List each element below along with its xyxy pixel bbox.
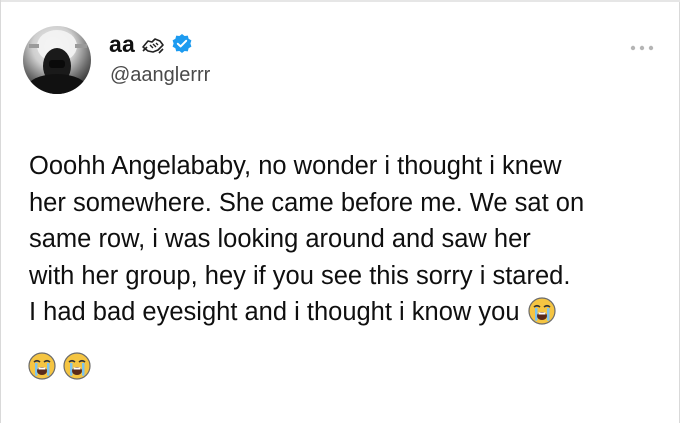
- handshake-emoji-icon: [141, 32, 165, 56]
- tweet-line-text: I had bad eyesight and i thought i know …: [29, 298, 520, 326]
- loudly-crying-face-emoji-icon: [62, 351, 92, 381]
- loudly-crying-face-emoji-icon: [27, 351, 57, 381]
- profile-avatar[interactable]: [23, 26, 91, 94]
- verified-badge-icon: [171, 33, 193, 55]
- more-options-icon[interactable]: [629, 40, 655, 51]
- author-handle[interactable]: @aanglerrr: [110, 64, 210, 87]
- tweet-line: same row, i was looking around and saw h…: [29, 225, 531, 253]
- emoji-row: [27, 351, 92, 381]
- author-name-row: aa: [109, 30, 193, 58]
- tweet-card: aa @aanglerrr Ooohh Angelababy, no wonde…: [0, 0, 680, 423]
- tweet-line: Ooohh Angelababy, no wonder i thought i …: [29, 152, 562, 180]
- loudly-crying-face-emoji-icon: [527, 296, 557, 326]
- top-divider: [1, 0, 680, 2]
- tweet-text: Ooohh Angelababy, no wonder i thought i …: [29, 148, 669, 331]
- author-display-name[interactable]: aa: [109, 31, 135, 58]
- tweet-line: with her group, hey if you see this sorr…: [29, 261, 571, 290]
- tweet-line: her somewhere. She came before me. We sa…: [29, 188, 585, 217]
- tweet-line-last: I had bad eyesight and i thought i know …: [29, 294, 669, 331]
